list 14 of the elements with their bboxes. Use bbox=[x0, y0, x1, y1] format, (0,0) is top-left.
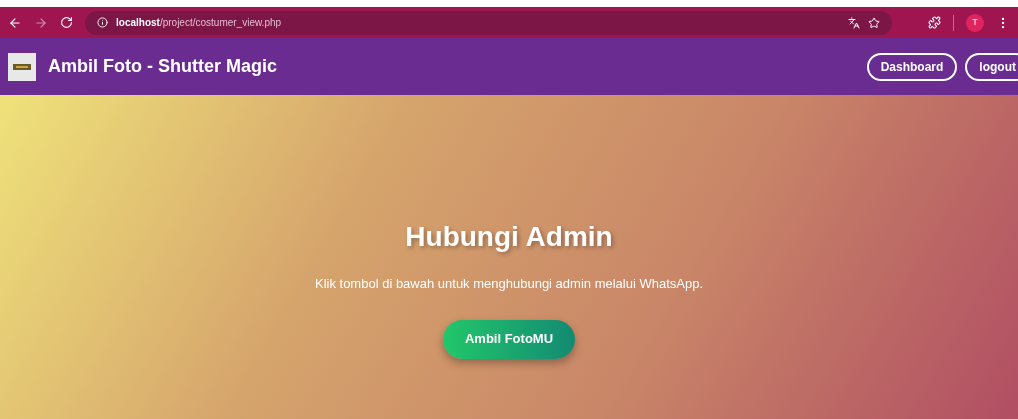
address-bar[interactable]: localhost/project/costumer_view.php bbox=[85, 10, 892, 35]
nav-button[interactable]: logout bbox=[965, 52, 1018, 81]
info-icon bbox=[97, 17, 108, 28]
back-icon[interactable] bbox=[8, 15, 22, 30]
site-title: Ambil Foto - Shutter Magic bbox=[48, 55, 277, 78]
url-text: localhost/project/costumer_view.php bbox=[116, 16, 282, 30]
nav-button[interactable]: Dashboard bbox=[866, 52, 958, 81]
hero-text: Klik tombol di bawah untuk menghubungi admin melalui WhatsApp. bbox=[314, 275, 704, 293]
translate-icon[interactable] bbox=[848, 16, 860, 29]
star-icon[interactable] bbox=[868, 16, 880, 29]
reload-icon[interactable] bbox=[60, 16, 73, 29]
hero-heading: Hubungi Admin bbox=[405, 220, 613, 254]
profile-avatar[interactable]: T bbox=[966, 13, 984, 32]
extensions-icon[interactable] bbox=[928, 16, 941, 29]
